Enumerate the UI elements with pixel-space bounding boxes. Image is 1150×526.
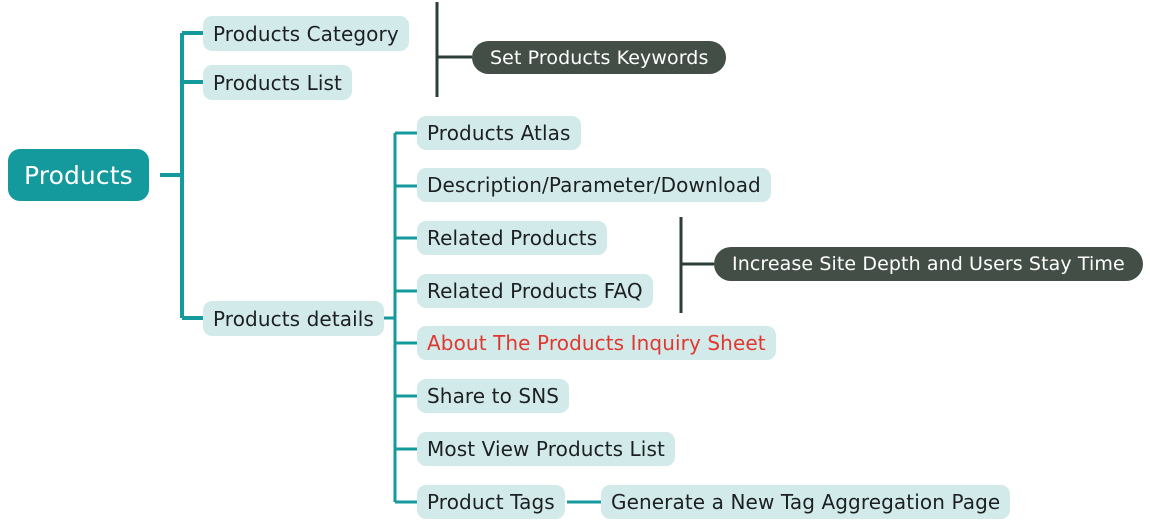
callout-increase-site-depth-and-users-stay-time[interactable]: Increase Site Depth and Users Stay Time: [714, 247, 1143, 281]
node-most-view-products-list[interactable]: Most View Products List: [417, 432, 675, 466]
node-generate-a-new-tag-aggregation-page[interactable]: Generate a New Tag Aggregation Page: [601, 485, 1011, 519]
node-share-to-sns[interactable]: Share to SNS: [417, 379, 570, 413]
node-label: Products details: [213, 306, 374, 331]
node-products-atlas[interactable]: Products Atlas: [417, 116, 581, 150]
node-label: Products Category: [213, 21, 399, 46]
node-product-tags[interactable]: Product Tags: [417, 485, 565, 519]
node-products-list[interactable]: Products List: [203, 65, 352, 100]
node-label: Description/Parameter/Download: [427, 173, 761, 197]
node-label: Related Products: [427, 226, 598, 250]
root-node-label: Products: [24, 160, 133, 190]
callout-label: Increase Site Depth and Users Stay Time: [732, 253, 1125, 275]
node-label: Products List: [213, 70, 342, 95]
node-products-category[interactable]: Products Category: [203, 16, 409, 51]
node-label: Generate a New Tag Aggregation Page: [611, 490, 1001, 514]
callout-set-products-keywords[interactable]: Set Products Keywords: [472, 41, 727, 74]
node-about-the-products-inquiry-sheet[interactable]: About The Products Inquiry Sheet: [417, 326, 776, 360]
node-label: Products Atlas: [427, 121, 571, 145]
node-label: Related Products FAQ: [427, 279, 643, 303]
node-related-products-faq[interactable]: Related Products FAQ: [417, 274, 653, 308]
root-node-products[interactable]: Products: [8, 149, 149, 201]
node-label: Product Tags: [427, 490, 555, 514]
mind-map-canvas: Products Products Category Products List…: [0, 0, 1150, 526]
node-label: Most View Products List: [427, 437, 665, 461]
node-label: About The Products Inquiry Sheet: [427, 331, 766, 355]
node-label: Share to SNS: [427, 384, 560, 408]
node-products-details[interactable]: Products details: [203, 301, 384, 336]
callout-label: Set Products Keywords: [490, 46, 709, 69]
node-description-parameter-download[interactable]: Description/Parameter/Download: [417, 168, 771, 202]
node-related-products[interactable]: Related Products: [417, 221, 608, 255]
